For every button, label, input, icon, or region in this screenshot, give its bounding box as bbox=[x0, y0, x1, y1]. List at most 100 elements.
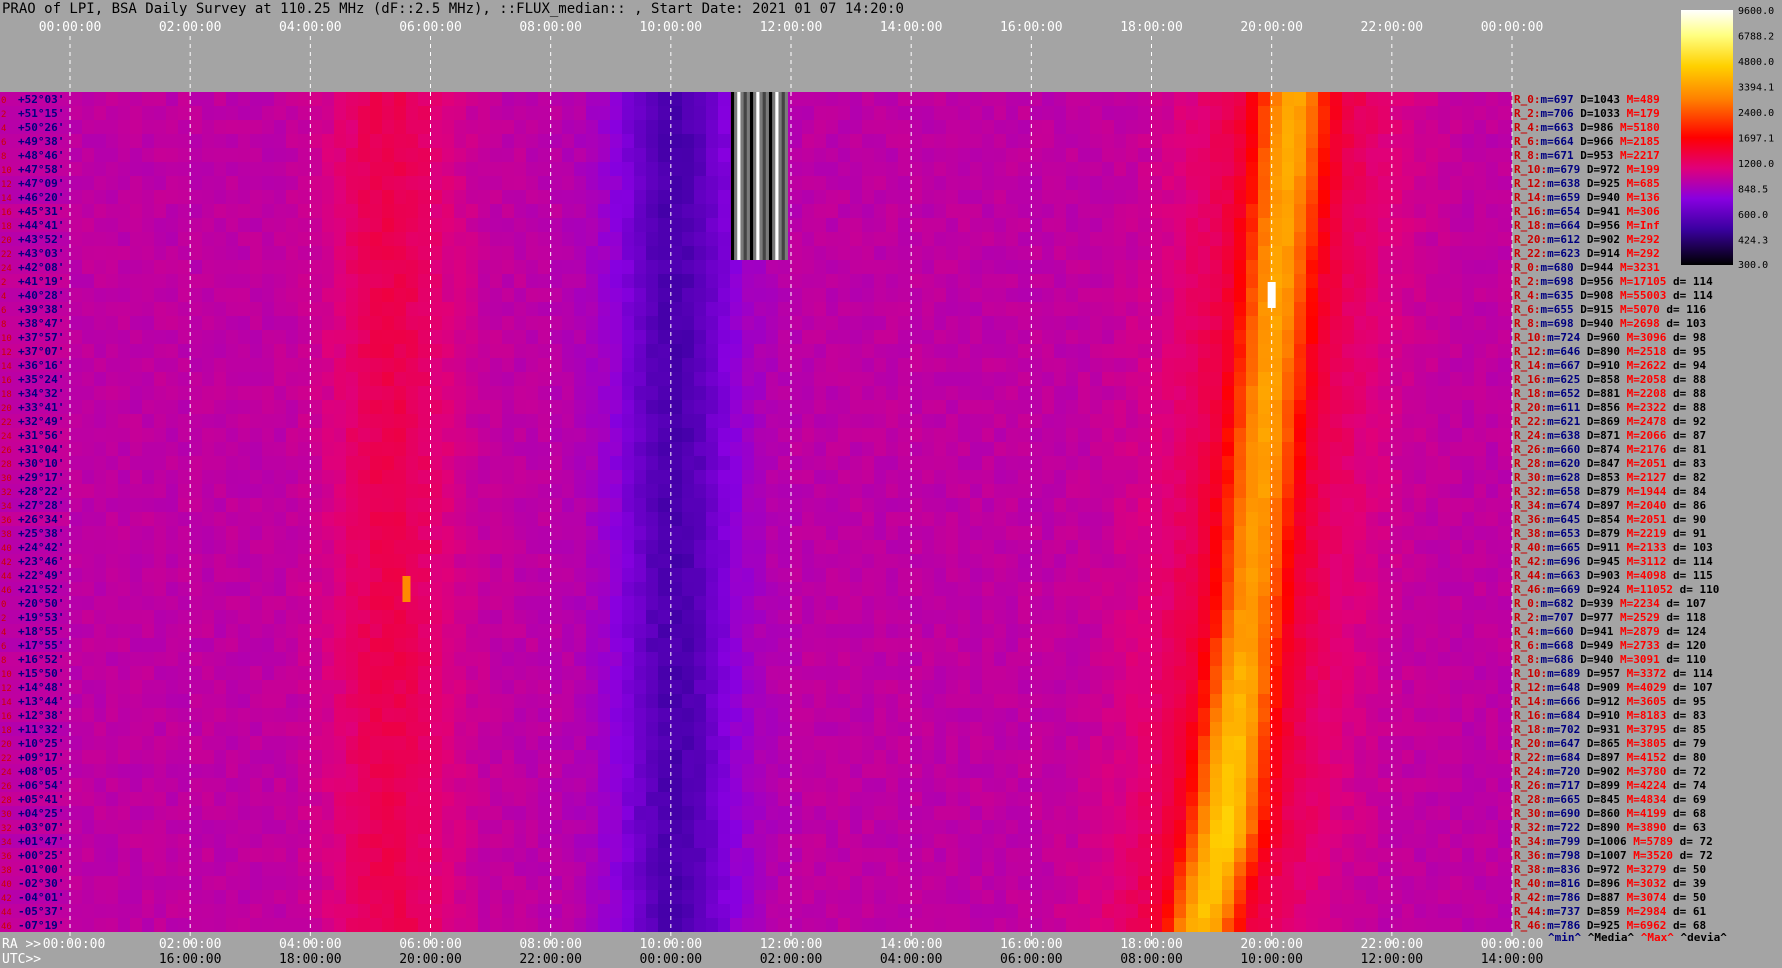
heatmap-cell bbox=[154, 568, 167, 583]
heatmap-cell bbox=[1354, 218, 1367, 233]
heatmap-cell bbox=[418, 176, 431, 191]
heatmap-cell bbox=[598, 148, 611, 163]
heatmap-cell bbox=[166, 400, 179, 415]
heatmap-cell bbox=[598, 400, 611, 415]
heatmap-cell bbox=[934, 414, 947, 429]
heatmap-cell bbox=[358, 288, 371, 303]
heatmap-cell bbox=[1318, 246, 1331, 261]
heatmap-cell bbox=[838, 204, 851, 219]
heatmap-cell bbox=[646, 162, 659, 177]
heatmap-cell bbox=[238, 330, 251, 345]
heatmap-cell bbox=[1366, 176, 1379, 191]
heatmap-cell bbox=[778, 540, 791, 555]
heatmap-cell bbox=[1018, 190, 1031, 205]
heatmap-cell bbox=[1042, 540, 1055, 555]
heatmap-cell bbox=[658, 428, 671, 443]
heatmap-cell bbox=[1366, 288, 1379, 303]
heatmap-cell bbox=[154, 176, 167, 191]
heatmap-cell bbox=[706, 540, 719, 555]
heatmap-cell bbox=[1330, 652, 1343, 667]
heatmap-cell bbox=[274, 638, 287, 653]
heatmap-cell bbox=[1282, 92, 1295, 107]
heatmap-cell bbox=[334, 190, 347, 205]
heatmap-cell bbox=[886, 638, 899, 653]
heatmap-cell bbox=[922, 372, 935, 387]
heatmap-cell bbox=[502, 106, 515, 121]
heatmap-cell bbox=[178, 274, 191, 289]
heatmap-cell bbox=[442, 498, 455, 513]
heatmap-cell bbox=[1006, 400, 1019, 415]
heatmap-cell bbox=[238, 666, 251, 681]
heatmap-cell bbox=[610, 498, 623, 513]
heatmap-cell bbox=[790, 302, 803, 317]
heatmap-cell bbox=[1354, 582, 1367, 597]
heatmap-cell bbox=[934, 176, 947, 191]
heatmap-cell bbox=[694, 162, 707, 177]
heatmap-cell bbox=[298, 666, 311, 681]
heatmap-cell bbox=[454, 498, 467, 513]
heatmap-cell bbox=[538, 190, 551, 205]
heatmap-cell bbox=[1054, 456, 1067, 471]
heatmap-cell bbox=[586, 302, 599, 317]
heatmap-cell bbox=[994, 568, 1007, 583]
heatmap-cell bbox=[394, 148, 407, 163]
heatmap-cell bbox=[1138, 92, 1151, 107]
heatmap-cell bbox=[706, 246, 719, 261]
heatmap-cell bbox=[142, 414, 155, 429]
heatmap-cell bbox=[790, 414, 803, 429]
heatmap-cell bbox=[994, 288, 1007, 303]
heatmap-cell bbox=[190, 568, 203, 583]
heatmap-cell bbox=[838, 92, 851, 107]
heatmap-cell bbox=[346, 540, 359, 555]
heatmap-cell bbox=[838, 190, 851, 205]
heatmap-cell bbox=[754, 372, 767, 387]
heatmap-cell bbox=[70, 484, 83, 499]
heatmap-cell bbox=[1186, 498, 1199, 513]
heatmap-cell bbox=[802, 442, 815, 457]
heatmap-cell bbox=[1018, 246, 1031, 261]
heatmap-cell bbox=[250, 218, 263, 233]
heatmap-cell bbox=[718, 148, 731, 163]
heatmap-cell bbox=[1210, 540, 1223, 555]
heatmap-cell bbox=[106, 120, 119, 135]
heatmap-cell bbox=[778, 512, 791, 527]
heatmap-cell bbox=[1138, 414, 1151, 429]
heatmap-cell bbox=[610, 442, 623, 457]
heatmap-cell bbox=[958, 92, 971, 107]
heatmap-cell bbox=[886, 218, 899, 233]
heatmap-cell bbox=[1294, 106, 1307, 121]
heatmap-cell bbox=[922, 582, 935, 597]
heatmap-cell bbox=[1018, 638, 1031, 653]
heatmap-cell bbox=[1078, 652, 1091, 667]
heatmap-cell bbox=[1426, 484, 1439, 499]
heatmap-cell bbox=[454, 666, 467, 681]
heatmap-cell bbox=[1078, 232, 1091, 247]
heatmap-cell bbox=[1198, 190, 1211, 205]
heatmap-cell bbox=[574, 134, 587, 149]
heatmap-cell bbox=[226, 274, 239, 289]
heatmap-cell bbox=[382, 582, 395, 597]
heatmap-cell bbox=[430, 470, 443, 485]
heatmap-cell bbox=[214, 568, 227, 583]
heatmap-cell bbox=[94, 204, 107, 219]
heatmap-cell bbox=[730, 484, 743, 499]
heatmap-cell bbox=[430, 582, 443, 597]
heatmap-cell bbox=[1234, 400, 1247, 415]
heatmap-cell bbox=[934, 456, 947, 471]
heatmap-cell bbox=[1030, 652, 1043, 667]
heatmap-cell bbox=[466, 540, 479, 555]
heatmap-cell bbox=[562, 190, 575, 205]
heatmap-cell bbox=[190, 428, 203, 443]
heatmap-cell bbox=[442, 232, 455, 247]
heatmap-cell bbox=[466, 624, 479, 639]
heatmap-cell bbox=[934, 386, 947, 401]
heatmap-cell bbox=[826, 428, 839, 443]
heatmap-cell bbox=[370, 316, 383, 331]
heatmap-cell bbox=[466, 190, 479, 205]
heatmap-cell bbox=[418, 106, 431, 121]
heatmap-cell bbox=[514, 568, 527, 583]
heatmap-cell bbox=[1450, 344, 1463, 359]
heatmap-cell bbox=[466, 302, 479, 317]
heatmap-cell bbox=[994, 442, 1007, 457]
heatmap-cell bbox=[970, 540, 983, 555]
